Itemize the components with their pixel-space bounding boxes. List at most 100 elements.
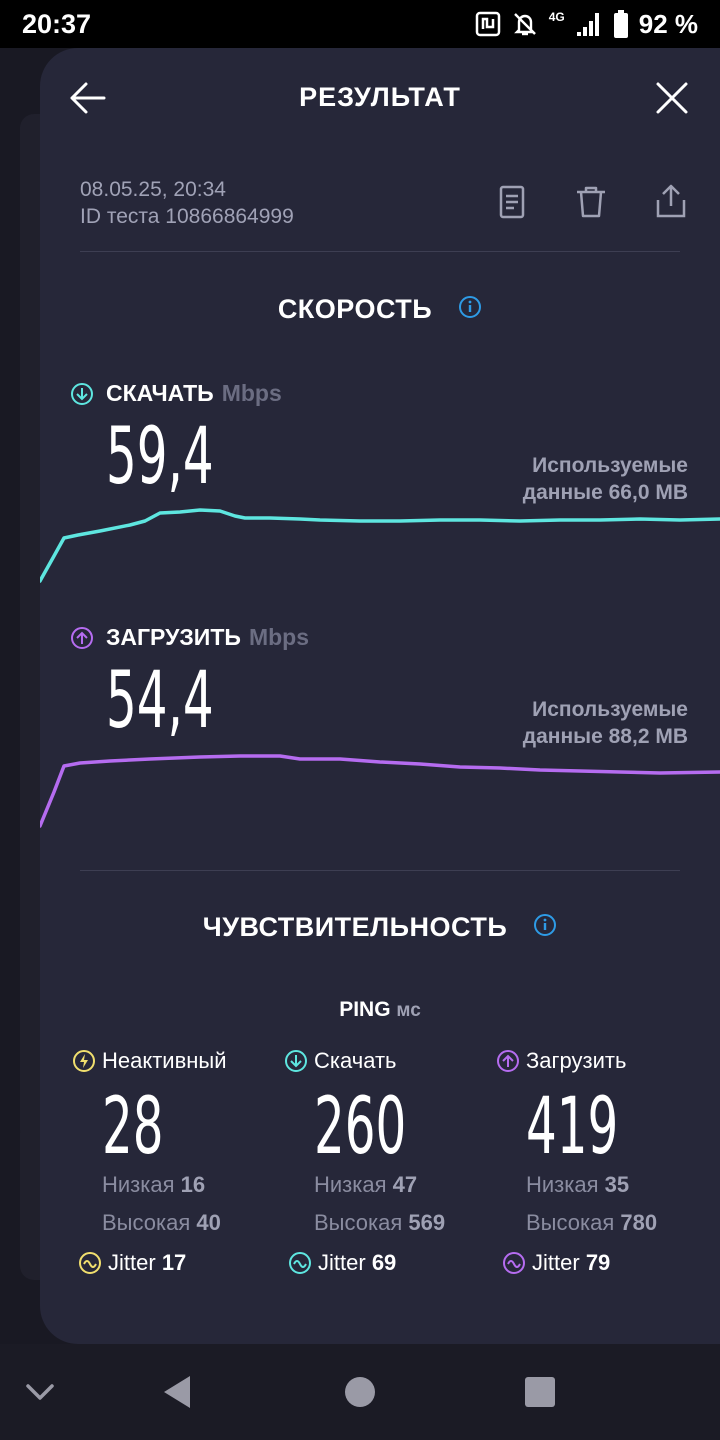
nav-home-button[interactable]: [340, 1372, 380, 1412]
jitter-label: Jitter: [108, 1250, 156, 1275]
high-value: 40: [196, 1210, 221, 1235]
signal-icon: [576, 13, 599, 36]
upload-speed-value: 54,4: [106, 656, 214, 746]
download-used-line1: Используемые: [532, 454, 688, 477]
mute-icon: [513, 13, 536, 36]
latency-title: ЧУВСТВИТЕЛЬНОСТЬ: [202, 912, 508, 942]
status-bar: 20:37 4G 92 %: [0, 0, 720, 48]
network-type: 4G: [548, 10, 565, 24]
high-value: 569: [408, 1210, 446, 1235]
details-button[interactable]: [494, 184, 530, 220]
jitter-value: 17: [161, 1250, 187, 1275]
ping-unit: мс: [396, 1000, 421, 1021]
upload-used-line1: Используемые: [532, 698, 688, 721]
home-circle-icon: [345, 1377, 375, 1407]
high-label: Высокая: [526, 1210, 615, 1235]
ping-upload-label-text: Загрузить: [526, 1048, 627, 1073]
jitter-icon: [289, 1252, 311, 1274]
latency-section-title: ЧУВСТВИТЕЛЬНОСТЬ: [40, 912, 720, 944]
nfc-icon: [475, 11, 500, 37]
upload-arrow-icon: [71, 626, 93, 649]
test-id: ID теста 10866864999: [80, 205, 294, 228]
share-icon: [656, 184, 686, 218]
jitter-value: 79: [585, 1250, 611, 1275]
chevron-down-icon: [26, 1384, 54, 1400]
upload-label: ЗАГРУЗИТЬ Mbps: [70, 624, 309, 651]
document-icon: [499, 185, 525, 219]
ping-download-label: Скачать: [284, 1044, 484, 1078]
ping-title: PING мс: [40, 998, 720, 1022]
nav-back-button[interactable]: [158, 1372, 198, 1412]
ping-download-low: Низкая 47: [314, 1172, 417, 1198]
ping-label: PING: [339, 998, 391, 1021]
nav-recents-button[interactable]: [520, 1372, 560, 1412]
test-datetime: 08.05.25, 20:34: [80, 178, 226, 201]
download-arrow-icon: [71, 382, 93, 405]
jitter-label: Jitter: [532, 1250, 580, 1275]
jitter-icon: [503, 1252, 525, 1274]
ping-idle-jitter: Jitter 17: [78, 1250, 186, 1276]
speed-section-title: СКОРОСТЬ: [40, 294, 720, 326]
download-speed-graph: [40, 508, 720, 583]
battery-percent: 92 %: [638, 8, 698, 39]
download-arrow-icon: [285, 1050, 307, 1072]
close-icon: [656, 82, 688, 114]
delete-button[interactable]: [573, 184, 609, 220]
ping-download-column: Скачать 260 Низкая 47 Высокая 569 Jitter…: [284, 1044, 484, 1275]
ping-idle-label: Неактивный: [72, 1044, 272, 1078]
ping-idle-value: 28: [102, 1082, 164, 1172]
ping-upload-jitter: Jitter 79: [502, 1250, 610, 1276]
divider: [80, 251, 680, 252]
trash-icon: [577, 186, 605, 218]
ping-idle-column: Неактивный 28 Низкая 16 Высокая 40 Jitte…: [72, 1044, 272, 1275]
low-label: Низкая: [102, 1172, 175, 1197]
divider: [80, 870, 680, 871]
speed-info-button[interactable]: [458, 295, 482, 326]
download-unit: Mbps: [221, 380, 282, 406]
ping-idle-low: Низкая 16: [102, 1172, 205, 1198]
test-meta: 08.05.25, 20:34 ID теста 10866864999: [80, 176, 294, 230]
nav-collapse-button[interactable]: [20, 1372, 60, 1412]
info-icon: [534, 914, 557, 937]
page-title: РЕЗУЛЬТАТ: [299, 82, 461, 112]
close-button[interactable]: [650, 76, 694, 120]
download-speed-value: 59,4: [106, 412, 214, 502]
high-label: Высокая: [314, 1210, 403, 1235]
system-nav-bar: [0, 1344, 720, 1440]
low-value: 16: [180, 1172, 206, 1197]
low-value: 35: [604, 1172, 630, 1197]
high-value: 780: [620, 1210, 658, 1235]
upload-arrow-icon: [497, 1050, 519, 1072]
ping-download-jitter: Jitter 69: [288, 1250, 396, 1276]
jitter-icon: [79, 1252, 101, 1274]
ping-upload-label: Загрузить: [496, 1044, 696, 1078]
info-icon: [459, 296, 482, 319]
result-sheet: РЕЗУЛЬТАТ 08.05.25, 20:34 ID теста 10866…: [40, 48, 720, 1344]
download-label: СКАЧАТЬ Mbps: [70, 380, 282, 407]
ping-upload-low: Низкая 35: [526, 1172, 629, 1198]
speed-title: СКОРОСТЬ: [277, 294, 433, 324]
upload-unit: Mbps: [248, 624, 309, 650]
low-label: Низкая: [526, 1172, 599, 1197]
ping-upload-high: Высокая 780: [526, 1210, 657, 1236]
high-label: Высокая: [102, 1210, 191, 1235]
idle-icon: [73, 1050, 95, 1072]
upload-label-text: ЗАГРУЗИТЬ: [106, 624, 241, 650]
upload-speed-line: [40, 754, 720, 828]
back-triangle-icon: [164, 1376, 190, 1408]
ping-idle-high: Высокая 40: [102, 1210, 221, 1236]
ping-idle-label-text: Неактивный: [102, 1048, 227, 1073]
latency-info-button[interactable]: [533, 913, 557, 944]
download-label-text: СКАЧАТЬ: [106, 380, 214, 406]
low-label: Низкая: [314, 1172, 387, 1197]
share-button[interactable]: [653, 184, 689, 220]
ping-upload-value: 419: [526, 1082, 619, 1172]
status-icons: 4G 92 %: [475, 9, 698, 39]
recents-square-icon: [525, 1377, 555, 1407]
jitter-label: Jitter: [318, 1250, 366, 1275]
upload-speed-graph: [40, 754, 720, 828]
ping-download-high: Высокая 569: [314, 1210, 445, 1236]
battery-icon: [613, 10, 628, 38]
status-time: 20:37: [22, 9, 92, 39]
jitter-value: 69: [371, 1250, 397, 1275]
